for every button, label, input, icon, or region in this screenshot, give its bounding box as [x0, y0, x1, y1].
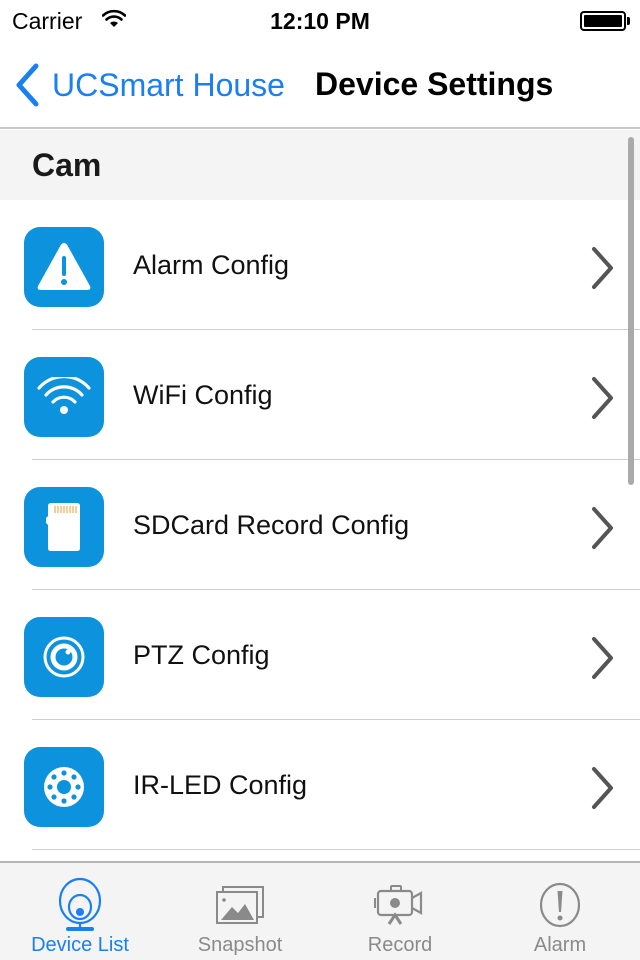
tab-alarm[interactable]: Alarm [480, 863, 640, 960]
image-icon [210, 875, 270, 935]
tab-snapshot[interactable]: Snapshot [160, 863, 320, 960]
chevron-left-icon [16, 63, 39, 107]
list-item-wifi-config[interactable]: WiFi Config [0, 330, 640, 460]
tab-device-list[interactable]: Device List [0, 863, 160, 960]
row-label: SDCard Record Config [133, 509, 410, 540]
tab-label: Device List [31, 934, 129, 956]
sdcard-icon [24, 487, 104, 567]
row-label: PTZ Config [133, 639, 270, 670]
back-label: UCSmart House [52, 66, 285, 103]
battery-icon [580, 11, 626, 31]
chevron-right-icon [592, 637, 613, 679]
wifi-icon [24, 357, 104, 437]
tab-label: Snapshot [197, 934, 283, 956]
settings-list[interactable]: Cam Alarm Config WiFi Config SDCard Reco… [0, 130, 640, 862]
tab-bar: Device List Snapshot Record Alarm [0, 861, 640, 960]
ir-led-icon [24, 747, 104, 827]
row-label: WiFi Config [133, 379, 273, 410]
back-button[interactable]: UCSmart House [14, 62, 285, 108]
battery-tip [627, 17, 630, 25]
list-item-sdcard-record-config[interactable]: SDCard Record Config [0, 460, 640, 590]
webcam-icon [50, 875, 110, 935]
warning-icon [24, 227, 104, 307]
scrollbar[interactable] [628, 137, 634, 485]
list-item-ir-led-config[interactable]: IR-LED Config [0, 720, 640, 850]
page-title: Device Settings [315, 66, 554, 102]
list-item-alarm-config[interactable]: Alarm Config [0, 200, 640, 330]
ptz-icon [24, 617, 104, 697]
chevron-right-icon [592, 767, 613, 809]
row-label: IR-LED Config [133, 769, 308, 800]
chevron-right-icon [592, 507, 613, 549]
status-bar: Carrier 12:10 PM [0, 0, 640, 40]
list-item-ptz-config[interactable]: PTZ Config [0, 590, 640, 720]
alert-icon [530, 875, 590, 935]
section-header: Cam [0, 130, 640, 200]
tab-label: Alarm [533, 934, 587, 956]
tab-label: Record [367, 934, 433, 956]
video-camera-icon [370, 875, 430, 935]
row-label: Alarm Config [133, 249, 290, 280]
clock: 12:10 PM [270, 8, 370, 34]
navigation-bar: UCSmart House Device Settings [0, 40, 640, 129]
chevron-right-icon [592, 247, 613, 289]
chevron-right-icon [592, 377, 613, 419]
tab-record[interactable]: Record [320, 863, 480, 960]
